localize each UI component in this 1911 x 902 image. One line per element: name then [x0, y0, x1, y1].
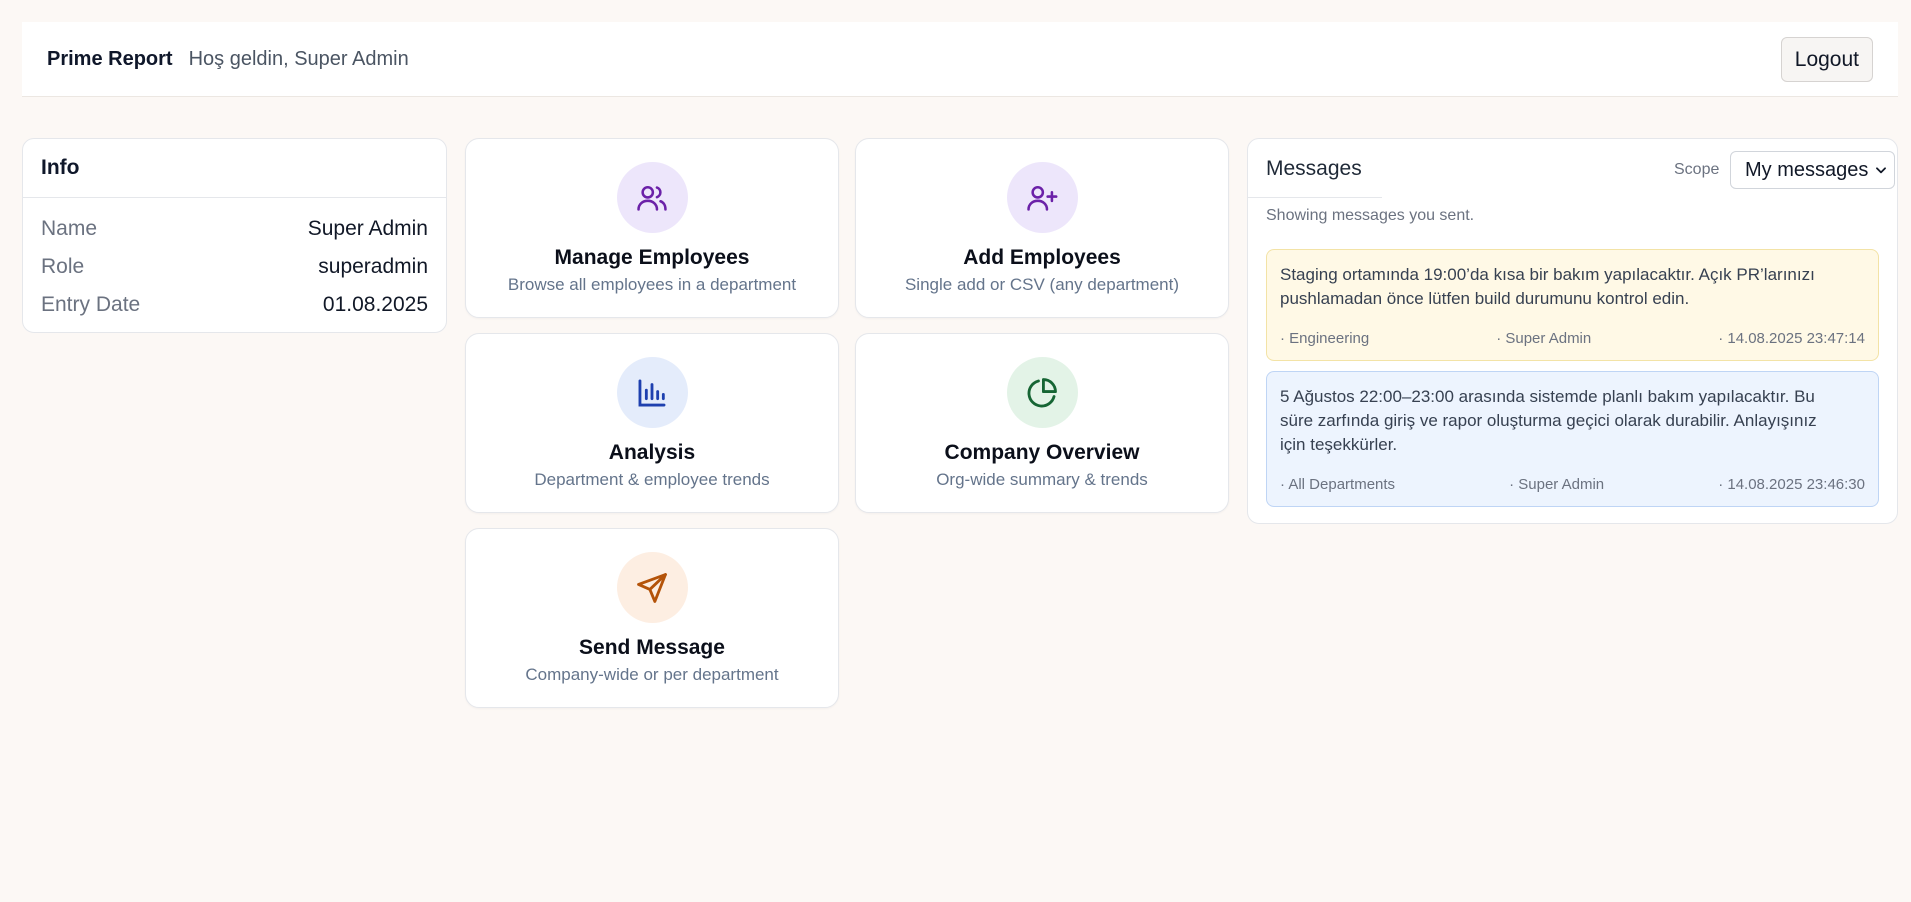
message-body: 5 Ağustos 22:00–23:00 arasında sistemde … [1280, 385, 1865, 457]
messages-card: Messages Scope My messages Showing messa… [1247, 138, 1898, 524]
tile-title: Manage Employees [554, 246, 750, 269]
message-line: süre zarfında giriş ve rapor oluşturma g… [1280, 411, 1817, 430]
message-meta: · All Departments · Super Admin · 14.08.… [1280, 476, 1865, 493]
message-department: · All Departments [1280, 476, 1396, 493]
message-item[interactable]: 5 Ağustos 22:00–23:00 arasında sistemde … [1266, 371, 1879, 507]
message-meta: · Engineering · Super Admin · 14.08.2025… [1280, 330, 1865, 347]
messages-subtitle: Showing messages you sent. [1266, 207, 1475, 224]
info-row-name: Name Super Admin [41, 210, 428, 248]
info-card: Info Name Super Admin Role superadmin En… [22, 138, 447, 333]
user-plus-icon [1006, 162, 1078, 233]
users-icon [616, 162, 688, 233]
tile-title: Send Message [579, 636, 725, 659]
message-time: · 14.08.2025 23:46:30 [1718, 476, 1865, 493]
scope-select-value: My messages [1745, 158, 1869, 181]
manage-employees-tile[interactable]: Manage Employees Browse all employees in… [465, 138, 839, 318]
send-icon [616, 552, 688, 623]
tile-subtitle: Browse all employees in a department [507, 275, 797, 294]
message-author: · Super Admin [1496, 330, 1592, 347]
messages-title-divider [1248, 197, 1382, 198]
info-row-entry-date: Entry Date 01.08.2025 [41, 286, 428, 324]
tile-subtitle: Company-wide or per department [525, 665, 779, 684]
info-label: Name [41, 217, 98, 240]
pie-chart-icon [1006, 357, 1078, 428]
info-value: Super Admin [307, 217, 428, 240]
scope-label: Scope [1674, 161, 1720, 178]
message-author: · Super Admin [1509, 476, 1605, 493]
send-message-tile[interactable]: Send Message Company-wide or per departm… [465, 528, 839, 708]
tile-title: Add Employees [963, 246, 1121, 269]
logout-button[interactable]: Logout [1780, 37, 1873, 82]
info-value: superadmin [318, 255, 428, 278]
add-employees-tile[interactable]: Add Employees Single add or CSV (any dep… [855, 138, 1229, 318]
company-overview-tile[interactable]: Company Overview Org-wide summary & tren… [855, 333, 1229, 513]
tile-title: Analysis [608, 441, 696, 464]
info-label: Role [41, 255, 85, 278]
info-row-role: Role superadmin [41, 248, 428, 286]
message-body: Staging ortamında 19:00’da kısa bir bakı… [1280, 263, 1865, 311]
info-title: Info [23, 139, 446, 198]
message-time: · 14.08.2025 23:47:14 [1718, 330, 1865, 347]
top-bar: Prime Report Hoş geldin, Super Admin Log… [22, 22, 1898, 97]
message-item[interactable]: Staging ortamında 19:00’da kısa bir bakı… [1266, 249, 1879, 361]
tile-title: Company Overview [944, 441, 1140, 464]
message-line: için teşekkürler. [1280, 435, 1398, 454]
message-line: 5 Ağustos 22:00–23:00 arasında sistemde … [1280, 387, 1815, 406]
message-department: · Engineering [1280, 330, 1370, 347]
scope-select[interactable]: My messages [1730, 151, 1895, 189]
chevron-down-icon [1876, 167, 1886, 174]
info-value: 01.08.2025 [322, 293, 428, 316]
bar-chart-icon [616, 357, 688, 428]
message-line: pushlamadan önce lütfen build durumunu k… [1280, 289, 1690, 308]
info-label: Entry Date [41, 293, 141, 316]
message-line: Staging ortamında 19:00’da kısa bir bakı… [1280, 265, 1815, 284]
analysis-tile[interactable]: Analysis Department & employee trends [465, 333, 839, 513]
messages-title: Messages [1266, 157, 1362, 180]
brand-title: Prime Report [47, 47, 173, 70]
tile-subtitle: Org-wide summary & trends [936, 470, 1148, 489]
tile-subtitle: Single add or CSV (any department) [904, 275, 1180, 294]
tile-subtitle: Department & employee trends [534, 470, 770, 489]
welcome-text: Hoş geldin, Super Admin [188, 47, 409, 70]
